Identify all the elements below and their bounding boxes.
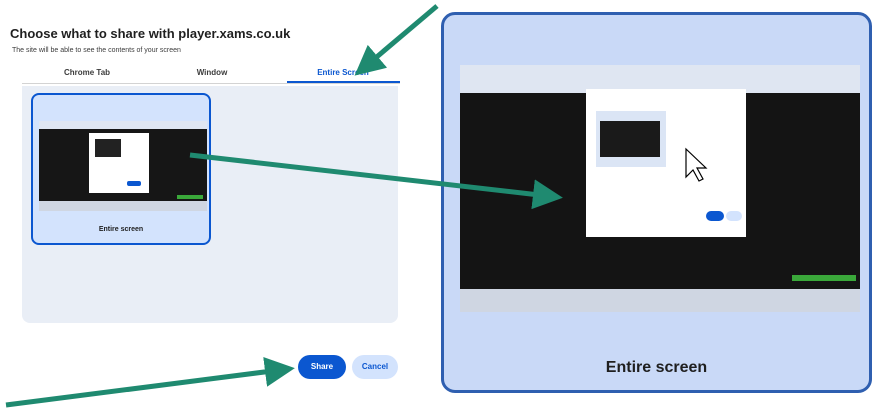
zoomed-entire-screen-label: Entire screen	[605, 359, 708, 376]
tab-window[interactable]: Window	[162, 68, 262, 77]
source-tabs: Chrome Tab Window Entire Screen	[22, 64, 400, 86]
zoomed-preview: Entire screen	[441, 12, 872, 393]
dialog-subtitle: The site will be able to see the content…	[12, 47, 181, 54]
zoomed-screen	[460, 65, 860, 312]
screen-preview-art	[39, 121, 207, 211]
share-button[interactable]: Share	[298, 355, 346, 379]
tab-chrome-tab[interactable]: Chrome Tab	[37, 68, 137, 77]
tab-entire-screen[interactable]: Entire Screen	[293, 68, 393, 77]
zoomed-screen-art	[460, 65, 860, 312]
source-list: Entire screen	[22, 86, 398, 323]
screen-preview	[39, 121, 207, 211]
active-tab-indicator	[287, 81, 400, 83]
tab-divider	[22, 83, 400, 84]
entire-screen-source[interactable]: Entire screen	[31, 93, 211, 245]
share-dialog: Choose what to share with player.xams.co…	[0, 0, 430, 408]
cancel-button[interactable]: Cancel	[352, 355, 398, 379]
dialog-title: Choose what to share with player.xams.co…	[10, 26, 291, 41]
entire-screen-label: Entire screen	[98, 226, 144, 233]
